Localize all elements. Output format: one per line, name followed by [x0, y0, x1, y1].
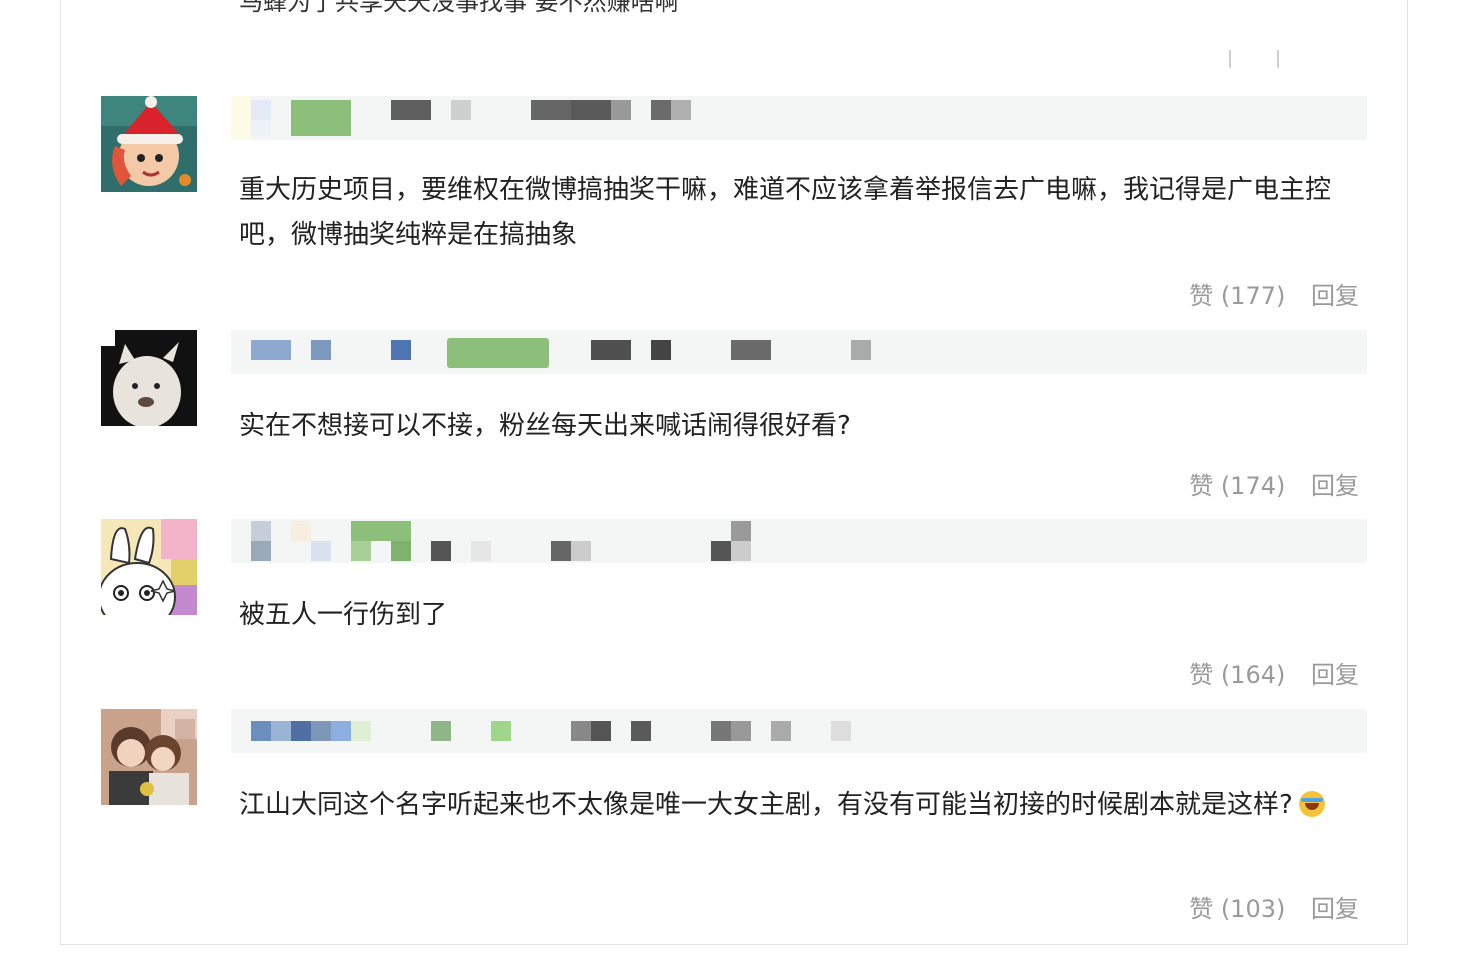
comment-text: 被五人一行伤到了 [239, 600, 448, 630]
user-meta-pixelated [231, 96, 1367, 140]
comment-actions: 赞 (103) 回复 [1171, 889, 1359, 924]
comment-text: 实在不想接可以不接，粉丝每天出来喊话闹得很好看? [239, 411, 851, 441]
like-button[interactable]: 赞 (177) [1189, 282, 1285, 310]
user-meta-pixelated [231, 519, 1367, 563]
couple-photo-avatar[interactable] [101, 709, 197, 805]
reply-button[interactable]: 回复 [1311, 661, 1359, 689]
reply-button[interactable]: 回复 [1311, 282, 1359, 310]
comment-actions: 赞 (174) 回复 [1171, 466, 1359, 501]
previous-comment-actions [1229, 44, 1359, 72]
previous-comment-text: 马蜂为了共享天天没事找事 要不然赚啥啊 [239, 0, 679, 16]
like-button[interactable]: 赞 (174) [1189, 472, 1285, 500]
user-meta-pixelated [231, 709, 1367, 753]
comment-text: 重大历史项目，要维权在微博搞抽奖干嘛，难道不应该拿着举报信去广电嘛，我记得是广电… [239, 175, 1332, 250]
santa-hat-girl-avatar[interactable] [101, 96, 197, 192]
reply-button[interactable]: 回复 [1311, 895, 1359, 923]
comment-panel: 马蜂为了共享天天没事找事 要不然赚啥啊 重大历史项目，要维权在微博搞抽奖干嘛，难… [60, 0, 1408, 945]
comment-actions: 赞 (177) 回复 [1171, 276, 1359, 311]
like-button[interactable]: 赞 (164) [1189, 661, 1285, 689]
white-hamster-avatar[interactable] [101, 330, 197, 426]
user-meta-pixelated [231, 330, 1367, 374]
reply-button[interactable]: 回复 [1311, 472, 1359, 500]
like-button[interactable]: 赞 (103) [1189, 895, 1285, 923]
comment-text: 江山大同这个名字听起来也不太像是唯一大女主剧，有没有可能当初接的时候剧本就是这样… [239, 783, 1369, 828]
laughing-tears-emoji-icon [1298, 791, 1325, 817]
comment-actions: 赞 (164) 回复 [1171, 655, 1359, 690]
cartoon-rabbit-avatar[interactable] [101, 519, 197, 615]
comment-text-content: 江山大同这个名字听起来也不太像是唯一大女主剧，有没有可能当初接的时候剧本就是这样… [239, 790, 1293, 820]
